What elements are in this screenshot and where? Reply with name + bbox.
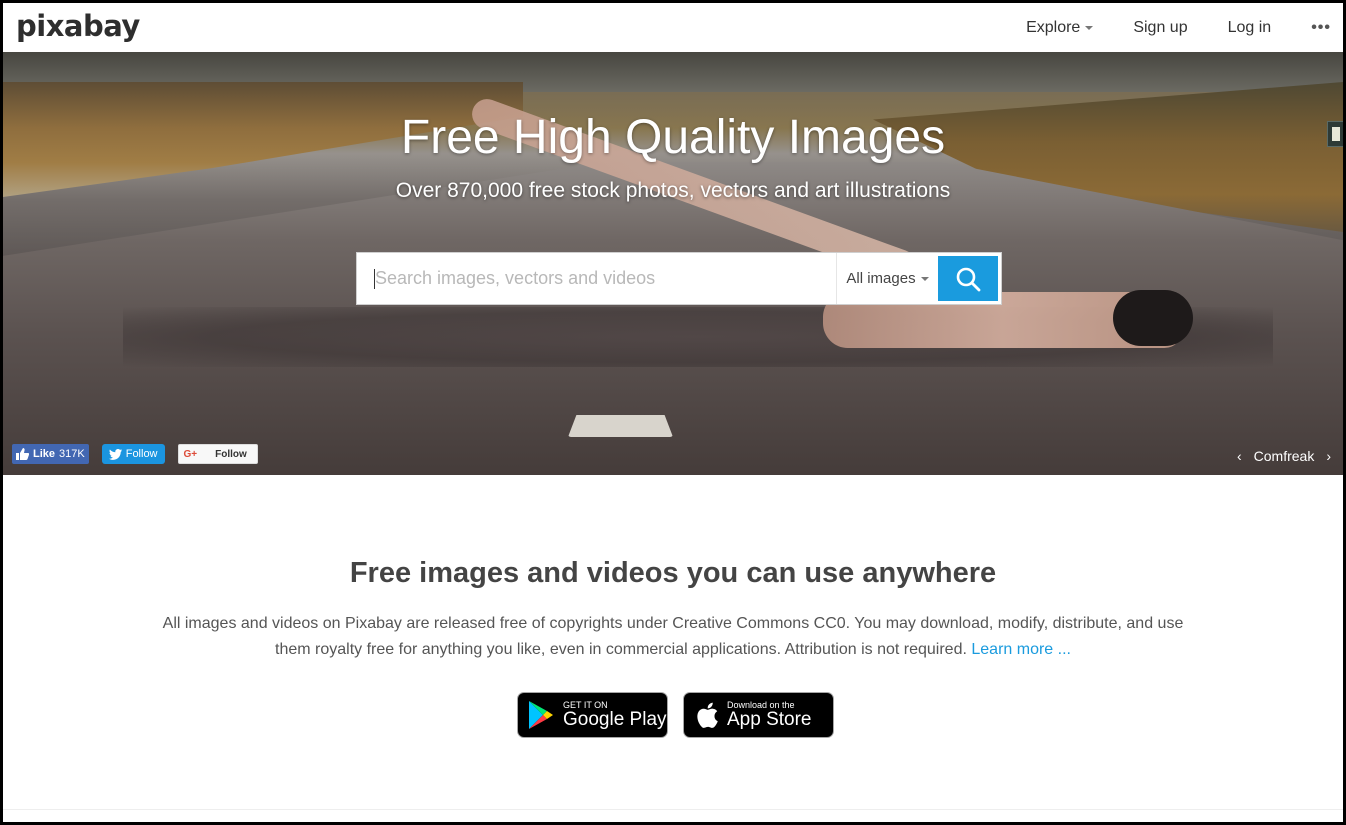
nav-explore-label: Explore xyxy=(1026,18,1081,36)
search-input[interactable] xyxy=(357,253,836,304)
more-icon[interactable]: ••• xyxy=(1291,19,1343,37)
text-cursor xyxy=(374,269,375,289)
hero-title: Free High Quality Images xyxy=(400,111,946,164)
media-type-dropdown[interactable]: All images xyxy=(836,253,938,304)
facebook-like-count: 317K xyxy=(59,448,85,460)
google-play-icon xyxy=(529,701,553,729)
pixabay-logo[interactable]: pixabay xyxy=(16,9,140,43)
section-divider xyxy=(3,809,1343,810)
search-icon xyxy=(956,267,981,291)
nav-sign-up-label: Sign up xyxy=(1133,18,1188,36)
hero-photo-road-marker xyxy=(568,415,673,437)
chevron-right-icon[interactable]: › xyxy=(1326,448,1331,464)
nav-explore[interactable]: Explore xyxy=(1006,3,1113,52)
google-plus-icon: G+ xyxy=(183,448,198,460)
search-button[interactable] xyxy=(938,256,998,301)
page: pixabay Explore Sign up Log in ••• Free … xyxy=(3,3,1343,822)
twitter-follow-label: Follow xyxy=(125,448,158,460)
hero-subtitle: Over 870,000 free stock photos, vectors … xyxy=(395,179,951,202)
chevron-down-icon xyxy=(1085,25,1094,30)
top-navbar: pixabay Explore Sign up Log in ••• xyxy=(3,3,1343,52)
apple-icon xyxy=(697,702,718,728)
google-play-badge[interactable]: GET IT ON Google Play xyxy=(517,692,668,738)
google-plus-follow-button[interactable]: G+ Follow xyxy=(177,444,258,464)
nav-log-in[interactable]: Log in xyxy=(1208,3,1292,52)
hero-photo-swim-cap xyxy=(1113,290,1193,346)
google-play-big-text: Google Play xyxy=(563,709,667,730)
feedback-tab-icon xyxy=(1332,127,1340,141)
feedback-tab[interactable] xyxy=(1327,121,1343,147)
content-title: Free images and videos you can use anywh… xyxy=(349,557,997,589)
content-description: All images and videos on Pixabay are rel… xyxy=(153,611,1193,663)
hero-banner: Free High Quality Images Over 870,000 fr… xyxy=(3,52,1343,475)
twitter-bird-icon xyxy=(108,448,122,460)
app-store-badges: GET IT ON Google Play Download on the Ap… xyxy=(517,692,834,738)
facebook-like-label: Like xyxy=(33,448,56,460)
thumbs-up-icon xyxy=(16,448,29,460)
nav-log-in-label: Log in xyxy=(1227,18,1272,36)
chevron-left-icon[interactable]: ‹ xyxy=(1237,448,1242,464)
twitter-follow-button[interactable]: Follow xyxy=(101,444,165,464)
app-store-big-text: App Store xyxy=(727,709,812,730)
chevron-down-icon xyxy=(920,276,929,281)
search-bar: All images xyxy=(356,252,1002,305)
media-type-selected: All images xyxy=(846,270,916,287)
image-author-link[interactable]: Comfreak xyxy=(1254,448,1315,464)
nav-menu: Explore Sign up Log in ••• xyxy=(1006,3,1343,52)
facebook-like-button[interactable]: Like 317K xyxy=(12,444,89,464)
learn-more-link[interactable]: Learn more ... xyxy=(971,641,1071,658)
app-store-badge[interactable]: Download on the App Store xyxy=(683,692,834,738)
image-credit: ‹ Comfreak › xyxy=(1237,448,1331,464)
social-buttons: Like 317K Follow G+ Follow xyxy=(12,444,258,464)
google-plus-follow-label: Follow xyxy=(215,448,247,460)
nav-sign-up[interactable]: Sign up xyxy=(1113,3,1207,52)
